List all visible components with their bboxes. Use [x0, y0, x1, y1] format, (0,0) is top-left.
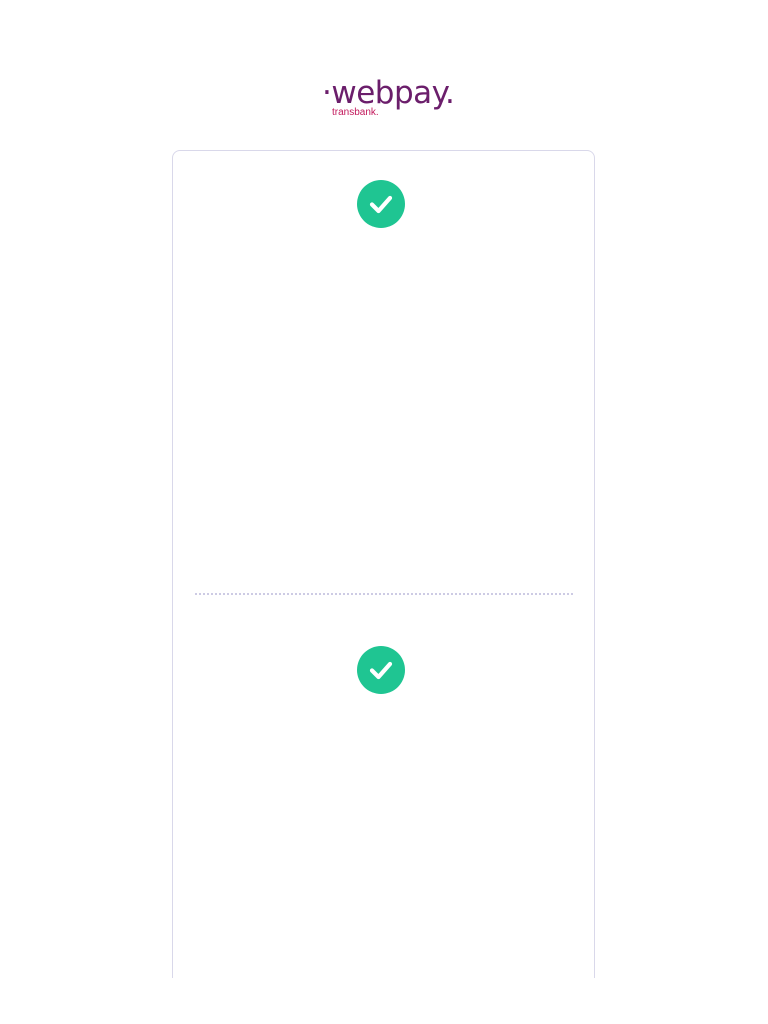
page: ·webpay. transbank.	[0, 0, 768, 1024]
check-circle-icon	[357, 646, 405, 694]
check-mark-icon	[369, 661, 393, 680]
check-mark-icon	[369, 195, 393, 214]
section-divider	[195, 593, 573, 595]
result-card	[172, 150, 595, 1024]
webpay-logo: ·webpay. transbank.	[322, 74, 455, 122]
viewport-bottom	[0, 978, 768, 1024]
logo-subtext: transbank.	[332, 107, 379, 118]
check-circle-icon	[357, 180, 405, 228]
